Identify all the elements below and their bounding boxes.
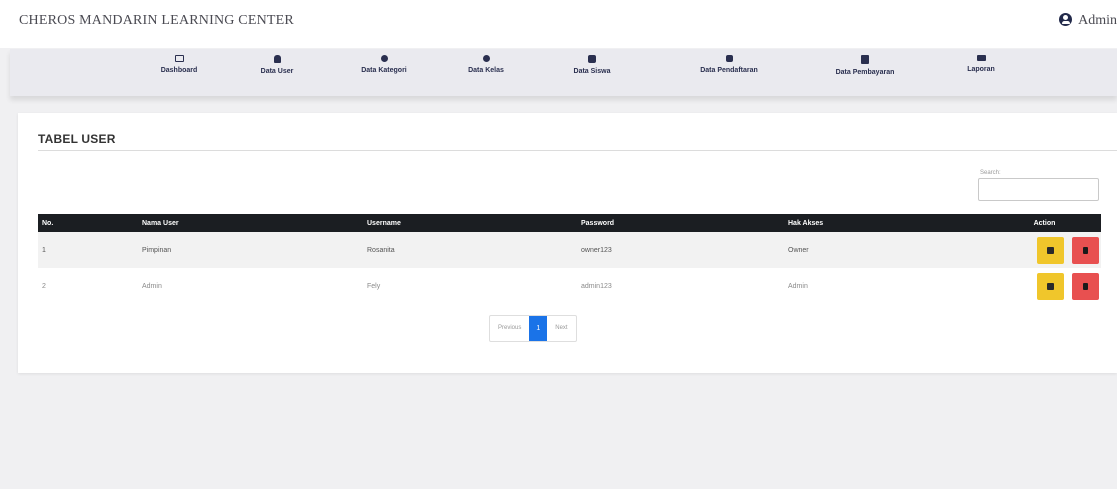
nav-label-data-pendaftaran: Data Pendaftaran [700,67,758,74]
payment-icon [861,55,869,64]
nav-item-dashboard[interactable]: Dashboard [134,55,224,74]
nav-label-laporan: Laporan [967,66,995,73]
nav-item-laporan[interactable]: Laporan [936,55,1026,73]
column-header-password[interactable]: Password [581,214,788,232]
edit-icon [1047,246,1054,254]
page-title: TABEL USER [38,132,116,146]
nav-label-dashboard: Dashboard [160,67,198,74]
nav-item-data-pembayaran[interactable]: Data Pembayaran [820,55,910,76]
table-header-row: No. Nama User Username Password Hak Akse… [38,214,1101,232]
nav-item-data-kategori[interactable]: Data Kategori [339,55,429,74]
column-header-hak-akses[interactable]: Hak Akses [788,214,988,232]
register-icon [725,55,733,62]
main-navbar: Dashboard Data User Data Kategori Data K… [10,49,1117,96]
cell-password: admin123 [581,268,788,304]
column-header-nama-user[interactable]: Nama User [142,214,367,232]
report-icon [976,55,986,61]
cell-hak-akses: Owner [788,232,988,268]
cell-username: Rosanita [367,232,581,268]
pagination-previous[interactable]: Previous [490,316,529,341]
cell-username: Fely [367,268,581,304]
cell-hak-akses: Admin [788,268,988,304]
delete-button[interactable] [1072,236,1099,264]
table-row: 2 Admin Fely admin123 Admin [38,268,1101,304]
user-circle-icon [1059,13,1073,26]
column-header-no[interactable]: No. [38,214,142,232]
cell-nama-user: Admin [142,268,367,304]
cell-password: owner123 [581,232,788,268]
admin-user-menu[interactable]: Admin [1059,13,1117,29]
table-row: 1 Pimpinan Rosanita owner123 Owner [38,232,1101,268]
cell-no: 2 [38,268,142,304]
monitor-icon [174,55,184,62]
pagination: Previous 1 Next [489,315,577,342]
trash-icon [1083,246,1088,254]
tag-icon [380,55,388,62]
nav-label-data-siswa: Data Siswa [573,68,611,75]
edit-button[interactable] [1037,236,1064,264]
search-label: Search: [980,170,1001,176]
cell-actions [988,232,1101,268]
admin-user-label: Admin [1078,13,1117,28]
column-header-username[interactable]: Username [367,214,581,232]
nav-label-data-kelas: Data Kelas [468,67,504,74]
nav-item-data-user[interactable]: Data User [232,55,322,75]
nav-label-data-pembayaran: Data Pembayaran [835,69,895,76]
cell-no: 1 [38,232,142,268]
nav-item-data-kelas[interactable]: Data Kelas [441,55,531,74]
edit-icon [1047,282,1054,290]
pagination-next[interactable]: Next [547,316,575,341]
trash-icon [1083,282,1088,290]
delete-button[interactable] [1072,272,1099,300]
cell-actions [988,268,1101,304]
user-table-card: TABEL USER Search: No. Nama User Usernam… [18,113,1117,373]
nav-label-data-kategori: Data Kategori [361,67,407,74]
class-icon [482,55,490,62]
user-icon [273,55,281,63]
nav-item-data-pendaftaran[interactable]: Data Pendaftaran [684,55,774,74]
search-input[interactable] [978,178,1099,201]
nav-item-data-siswa[interactable]: Data Siswa [547,55,637,75]
student-icon [588,55,596,63]
brand-title: CHEROS MANDARIN LEARNING CENTER [19,13,294,28]
nav-label-data-user: Data User [260,68,294,75]
column-header-action: Action [988,214,1101,232]
user-table: No. Nama User Username Password Hak Akse… [38,214,1101,304]
title-divider [38,150,1117,151]
pagination-page-1[interactable]: 1 [529,316,548,341]
top-bar: CHEROS MANDARIN LEARNING CENTER Admin [0,0,1117,48]
edit-button[interactable] [1037,272,1064,300]
cell-nama-user: Pimpinan [142,232,367,268]
